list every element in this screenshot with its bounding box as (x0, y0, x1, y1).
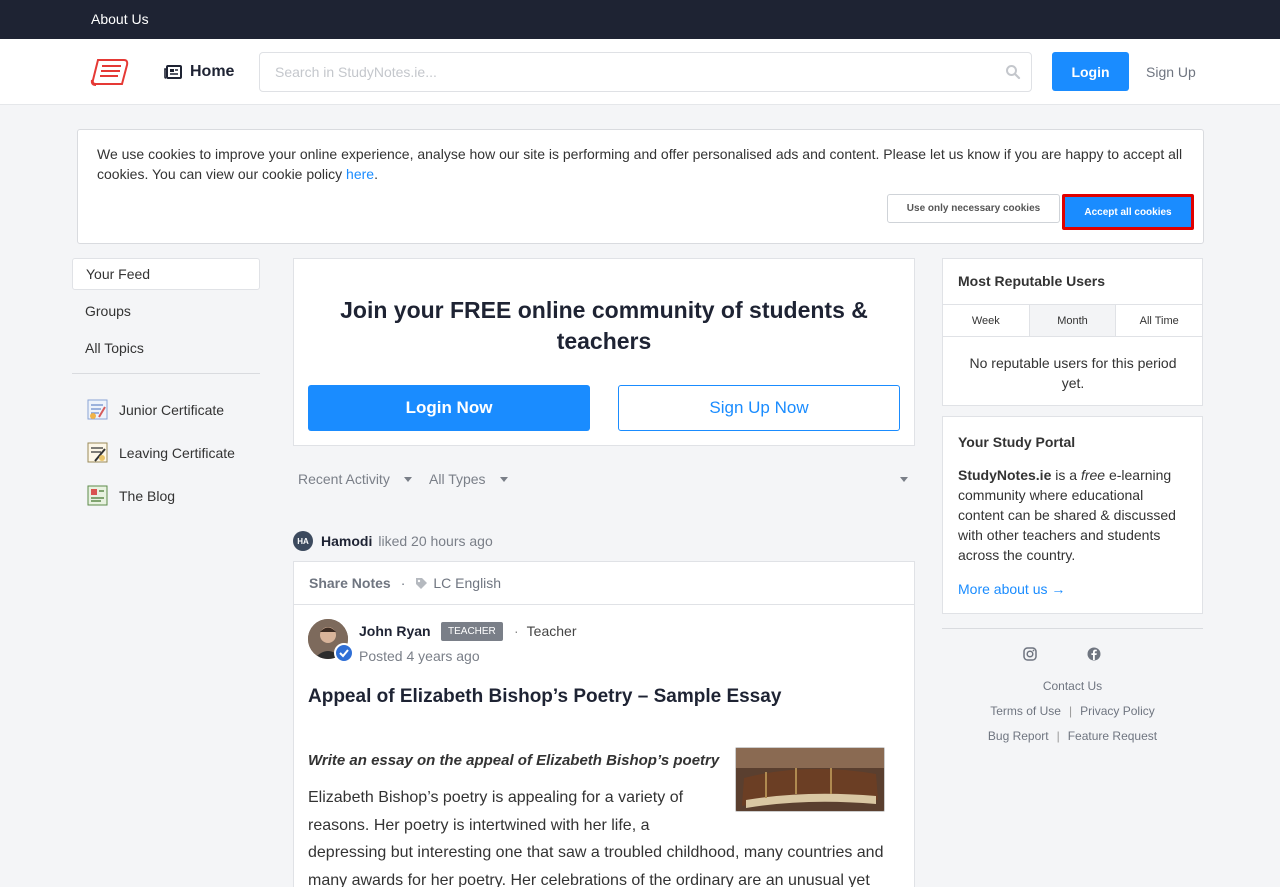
home-label: Home (190, 63, 235, 80)
post-header: Share Notes · LC English (294, 562, 914, 605)
facebook-icon[interactable] (1087, 647, 1101, 661)
post-tag-link[interactable]: LC English (415, 575, 501, 591)
cookie-text-end: . (374, 166, 378, 182)
topic-label: Junior Certificate (119, 401, 225, 418)
post-author: John Ryan TEACHER · Teacher Posted 4 year… (308, 619, 908, 669)
privacy-link[interactable]: Privacy Policy (1080, 704, 1155, 718)
post-body-line: reasons. Her poetry is intertwined with … (308, 816, 650, 834)
post-card: Share Notes · LC English John Ryan TEACH… (293, 561, 915, 887)
feature-request-link[interactable]: Feature Request (1068, 729, 1157, 743)
post-title[interactable]: Appeal of Elizabeth Bishop’s Poetry – Sa… (308, 686, 781, 708)
tag-icon (416, 577, 428, 589)
nav-your-feed[interactable]: Your Feed (72, 258, 260, 290)
footer-row-feedback: Bug Report | Feature Request (942, 729, 1203, 743)
studynotes-logo-icon[interactable] (90, 56, 130, 88)
topic-leaving-certificate[interactable]: Leaving Certificate (72, 431, 260, 474)
chevron-down-icon (403, 476, 412, 482)
footer-separator: | (1056, 729, 1060, 743)
type-label: All Types (429, 471, 486, 487)
nav-groups[interactable]: Groups (72, 295, 260, 327)
about-us-link[interactable]: About Us (91, 11, 149, 27)
study-portal-card: Your Study Portal StudyNotes.ie is a fre… (942, 416, 1203, 614)
bug-report-link[interactable]: Bug Report (988, 729, 1049, 743)
terms-link[interactable]: Terms of Use (990, 704, 1061, 718)
feed-filters: Recent Activity All Types (298, 470, 910, 490)
cookie-message: We use cookies to improve your online ex… (97, 144, 1187, 184)
teacher-badge: TEACHER (441, 622, 503, 641)
footer-row-legal: Terms of Use | Privacy Policy (942, 704, 1203, 718)
tab-all-time[interactable]: All Time (1116, 305, 1202, 336)
reputable-title: Most Reputable Users (958, 273, 1106, 289)
junior-certificate-icon (87, 399, 108, 420)
cookie-banner: We use cookies to improve your online ex… (77, 129, 1204, 244)
more-filter-dropdown[interactable] (900, 477, 908, 482)
chevron-down-icon (900, 477, 908, 482)
blog-icon (87, 485, 108, 506)
home-link[interactable]: Home (164, 63, 234, 81)
topic-label: Leaving Certificate (119, 444, 235, 461)
header: Home Login Sign Up (0, 39, 1280, 105)
portal-title: Your Study Portal (958, 434, 1076, 450)
login-now-button[interactable]: Login Now (308, 385, 590, 431)
join-title: Join your FREE online community of stude… (340, 297, 868, 354)
signup-link[interactable]: Sign Up (1146, 64, 1196, 80)
contact-us-link[interactable]: Contact Us (1043, 679, 1102, 693)
activity-username[interactable]: Hamodi (321, 533, 372, 549)
sidebar-footer: Contact Us Terms of Use | Privacy Policy B… (942, 628, 1203, 743)
author-role: · Teacher (514, 623, 577, 639)
accept-cookies-button[interactable]: Accept all cookies (1062, 194, 1194, 230)
tag-label: LC English (433, 575, 502, 591)
post-timestamp: Posted 4 years ago (359, 648, 480, 664)
more-about-us-link[interactable]: More about us → (958, 581, 1065, 597)
signup-now-button[interactable]: Sign Up Now (618, 385, 900, 431)
tab-month[interactable]: Month (1029, 305, 1117, 336)
login-button[interactable]: Login (1052, 52, 1129, 91)
search-input[interactable] (260, 53, 980, 91)
portal-free: free (1080, 467, 1106, 483)
join-card: Join your FREE online community of stude… (293, 258, 915, 446)
portal-description: StudyNotes.ie is a free e-learning commu… (958, 465, 1188, 565)
social-links (942, 647, 1203, 663)
newspaper-icon (164, 65, 182, 79)
empty-message: No reputable users for this period yet. (969, 355, 1177, 391)
left-sidebar: Your Feed Groups All Topics Junior Certi… (72, 258, 260, 517)
nav-divider (72, 373, 260, 374)
activity-line: HA Hamodi liked 20 hours ago (293, 531, 493, 551)
author-name[interactable]: John Ryan (359, 623, 431, 639)
cookie-policy-link[interactable]: here (346, 166, 374, 182)
separator-dot: · (400, 575, 406, 591)
type-dropdown[interactable]: All Types (429, 471, 508, 487)
chevron-down-icon (499, 476, 508, 482)
post-body-line: depressing but interesting one that saw … (308, 844, 884, 861)
sort-dropdown[interactable]: Recent Activity (298, 471, 412, 487)
nav-all-topics[interactable]: All Topics (72, 332, 260, 364)
period-tabs: Week Month All Time (943, 304, 1202, 337)
cookie-text: We use cookies to improve your online ex… (97, 146, 1183, 182)
top-bar: About Us (0, 0, 1280, 39)
leaving-certificate-icon (87, 442, 108, 463)
footer-separator: | (1068, 704, 1073, 718)
topic-junior-certificate[interactable]: Junior Certificate (72, 388, 260, 431)
portal-text: is a (1051, 467, 1081, 483)
portal-site-name: StudyNotes.ie (958, 467, 1052, 483)
author-role-label: Teacher (526, 623, 577, 639)
search-box (259, 52, 1032, 92)
post-body-line: many awards for her poetry. Her celebrat… (308, 871, 870, 887)
topic-label: The Blog (119, 487, 176, 504)
necessary-cookies-button[interactable]: Use only necessary cookies (887, 194, 1060, 223)
post-group-link[interactable]: Share Notes (309, 575, 391, 591)
post-body-line: Elizabeth Bishop’s poetry is appealing f… (308, 789, 684, 806)
reputable-users-card: Most Reputable Users Week Month All Time… (942, 258, 1203, 406)
verified-icon (334, 643, 354, 663)
sort-label: Recent Activity (298, 471, 390, 487)
post-body: Elizabeth Bishop’s poetry is appealing f… (308, 784, 888, 887)
tab-week[interactable]: Week (943, 305, 1030, 336)
activity-action: liked 20 hours ago (378, 533, 493, 549)
avatar[interactable]: HA (293, 531, 313, 551)
footer-row-contact: Contact Us (942, 679, 1203, 693)
post-question: Write an essay on the appeal of Elizabet… (308, 752, 720, 769)
search-icon[interactable] (1005, 64, 1021, 80)
topic-the-blog[interactable]: The Blog (72, 474, 260, 517)
instagram-icon[interactable] (1023, 647, 1037, 661)
